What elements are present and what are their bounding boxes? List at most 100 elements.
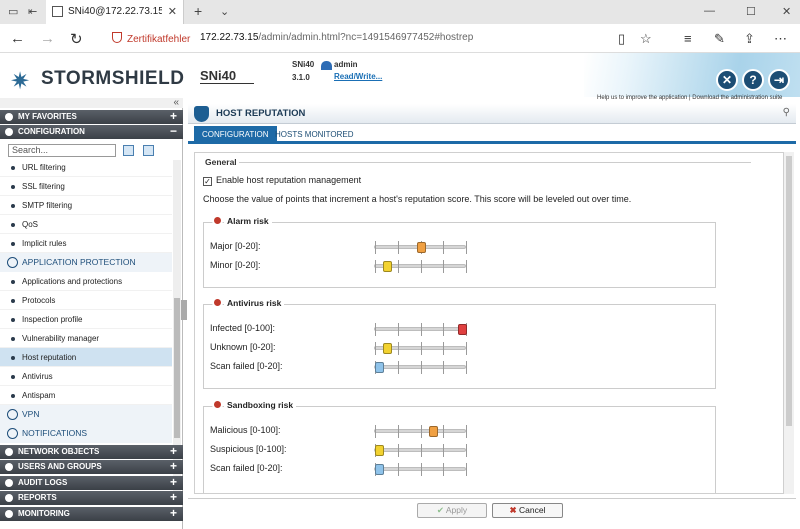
cancel-button[interactable]: ✖ Cancel: [492, 503, 563, 518]
expand-icon[interactable]: +: [170, 491, 177, 504]
slider-knob[interactable]: [375, 362, 384, 373]
section-users-groups[interactable]: USERS AND GROUPS +: [0, 460, 183, 474]
tree-view-icon[interactable]: [143, 145, 154, 156]
category-vpn[interactable]: VPN: [0, 405, 172, 424]
address-bar: ← → ↻ Zertifikatfehler 172.22.73.15/admi…: [0, 24, 800, 53]
section-audit-logs[interactable]: AUDIT LOGS +: [0, 476, 183, 490]
collapse-sidebar-icon[interactable]: «: [173, 97, 179, 108]
sidebar-resize-handle[interactable]: [181, 300, 187, 320]
reading-view-icon[interactable]: ▯: [618, 31, 625, 47]
sidebar-item-host-reputation[interactable]: Host reputation: [0, 348, 172, 367]
maximize-icon[interactable]: ☐: [746, 5, 756, 18]
refresh-icon[interactable]: ↻: [70, 30, 83, 48]
tab-configuration[interactable]: CONFIGURATION: [194, 126, 277, 144]
header-decoration: [584, 53, 800, 97]
section-network-objects[interactable]: NETWORK OBJECTS +: [0, 445, 183, 459]
alarm-risk-group: Alarm risk Major [0-20]: Minor [0-20]:: [203, 215, 716, 288]
sidebar-item-ssl-filtering[interactable]: SSL filtering: [0, 177, 172, 196]
sidebar-scroll-thumb[interactable]: [174, 298, 180, 438]
sidebar-item-smtp-filtering[interactable]: SMTP filtering: [0, 196, 172, 215]
sidebar-search-input[interactable]: Search...: [8, 144, 116, 157]
pin-icon[interactable]: ⚲: [783, 107, 790, 118]
slider-tick: [443, 323, 444, 336]
expand-icon[interactable]: +: [170, 507, 177, 520]
sidebar-item-protocols[interactable]: Protocols: [0, 291, 172, 310]
logs-icon: [5, 479, 13, 487]
tab-back-icon[interactable]: ⇤: [28, 5, 37, 18]
sidebar-item-url-filtering[interactable]: URL filtering: [0, 158, 172, 177]
help-icon[interactable]: ?: [742, 69, 764, 91]
web-note-icon[interactable]: ✎: [714, 31, 725, 47]
sidebar-item-antispam[interactable]: Antispam: [0, 386, 172, 405]
url-field[interactable]: 172.22.73.15/admin/admin.html?nc=1491546…: [200, 32, 473, 43]
slider-tick: [375, 425, 376, 438]
section-monitoring[interactable]: MONITORING +: [0, 507, 183, 521]
section-my-favorites[interactable]: MY FAVORITES +: [0, 110, 183, 124]
cancel-x-icon: ✖: [509, 505, 517, 515]
expand-icon[interactable]: +: [170, 110, 177, 123]
star-icon: [5, 113, 13, 121]
category-notifications[interactable]: NOTIFICATIONS: [0, 424, 172, 443]
access-rights-link[interactable]: Read/Write...: [334, 72, 382, 81]
minor-alarm-slider[interactable]: [374, 260, 467, 273]
notification-icon: [7, 428, 18, 439]
slider-label: Suspicious [0-100]:: [210, 444, 287, 454]
malicious-slider[interactable]: [374, 425, 467, 438]
section-configuration[interactable]: CONFIGURATION −: [0, 125, 183, 139]
new-tab-icon[interactable]: +: [194, 3, 202, 19]
slider-knob[interactable]: [375, 464, 384, 475]
unknown-slider[interactable]: [374, 342, 467, 355]
back-arrow-icon[interactable]: ←: [10, 30, 25, 47]
tab-hosts-monitored[interactable]: HOSTS MONITORED: [267, 126, 362, 144]
header-help-links[interactable]: Help us to improve the application | Dow…: [597, 95, 782, 101]
collapse-icon[interactable]: −: [170, 125, 177, 138]
slider-tick: [398, 260, 399, 273]
sidebar-item-qos[interactable]: QoS: [0, 215, 172, 234]
slider-tick: [398, 241, 399, 254]
slider-tick: [466, 361, 467, 374]
section-reports[interactable]: REPORTS +: [0, 491, 183, 505]
sidebar-item-applications[interactable]: Applications and protections: [0, 272, 172, 291]
slider-knob[interactable]: [417, 242, 426, 253]
hub-icon[interactable]: ≡: [684, 31, 692, 46]
sandbox-scan-failed-slider[interactable]: [374, 463, 467, 476]
browser-tab[interactable]: SNi40@172.22.73.15 Ac ✕: [46, 0, 184, 24]
share-icon[interactable]: ⇪: [744, 31, 755, 47]
list-view-icon[interactable]: [123, 145, 134, 156]
forward-arrow-icon[interactable]: →: [40, 30, 55, 47]
major-alarm-slider[interactable]: [374, 241, 467, 254]
sidebar-item-implicit-rules[interactable]: Implicit rules: [0, 234, 172, 253]
favorite-star-icon[interactable]: ☆: [640, 31, 652, 47]
slider-knob[interactable]: [375, 445, 384, 456]
apply-button[interactable]: ✔ Apply: [417, 503, 487, 518]
tab-list-icon[interactable]: ▭: [8, 5, 18, 18]
enable-host-reputation-row[interactable]: ✓ Enable host reputation management: [203, 175, 361, 186]
enable-host-reputation-checkbox[interactable]: ✓: [203, 177, 212, 186]
slider-knob[interactable]: [429, 426, 438, 437]
suspicious-slider[interactable]: [374, 444, 467, 457]
tools-icon[interactable]: ✕: [716, 69, 738, 91]
app-header: ✷ STORMSHIELD SNi40 SNi40 3.1.0 admin Re…: [0, 53, 800, 104]
av-scan-failed-slider[interactable]: [374, 361, 467, 374]
slider-knob[interactable]: [458, 324, 467, 335]
minimize-icon[interactable]: —: [704, 5, 715, 17]
slider-knob[interactable]: [383, 261, 392, 272]
category-application-protection[interactable]: APPLICATION PROTECTION: [0, 253, 172, 272]
tab-menu-chevron-icon[interactable]: ⌄: [220, 5, 229, 18]
expand-icon[interactable]: +: [170, 476, 177, 489]
more-icon[interactable]: ⋯: [774, 31, 787, 47]
logout-icon[interactable]: ⇥: [768, 69, 790, 91]
expand-icon[interactable]: +: [170, 460, 177, 473]
content-scroll-thumb[interactable]: [786, 156, 792, 426]
close-tab-icon[interactable]: ✕: [168, 5, 177, 18]
configuration-form: General ✓ Enable host reputation manageme…: [194, 152, 784, 494]
slider-knob[interactable]: [383, 343, 392, 354]
expand-icon[interactable]: +: [170, 445, 177, 458]
close-window-icon[interactable]: ✕: [782, 5, 791, 18]
sidebar-item-antivirus[interactable]: Antivirus: [0, 367, 172, 386]
sidebar-item-vulnerability-manager[interactable]: Vulnerability manager: [0, 329, 172, 348]
certificate-warning[interactable]: Zertifikatfehler: [112, 32, 190, 45]
sidebar-item-inspection-profile[interactable]: Inspection profile: [0, 310, 172, 329]
section-label: MONITORING: [18, 509, 70, 518]
infected-slider[interactable]: [374, 323, 467, 336]
